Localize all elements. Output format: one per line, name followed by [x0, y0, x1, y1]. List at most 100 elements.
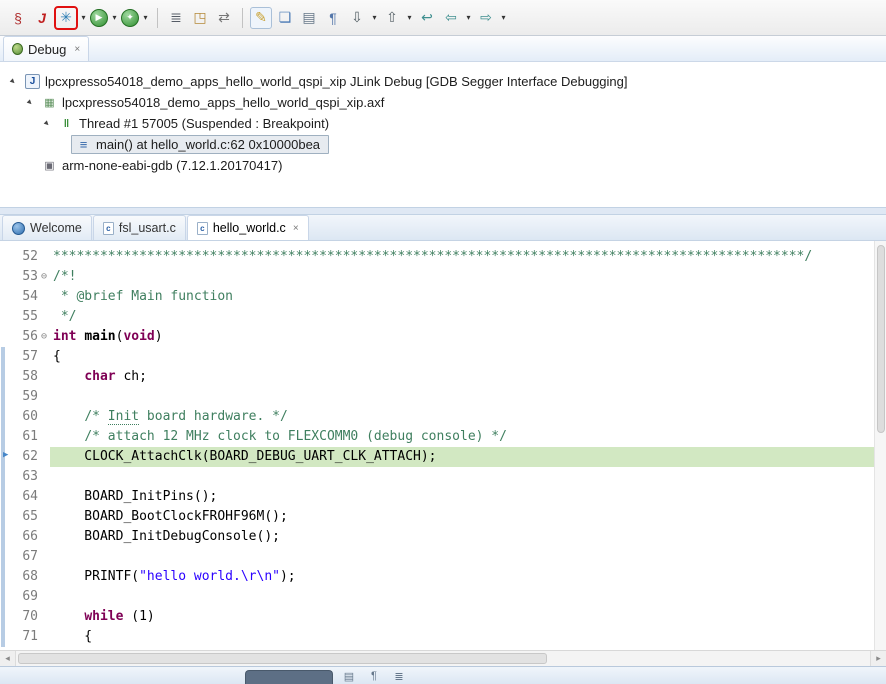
annotation-ruler[interactable] — [0, 287, 14, 307]
annotation-ruler[interactable] — [0, 607, 14, 627]
annotation-ruler[interactable] — [0, 387, 14, 407]
link-icon[interactable]: ⇄ — [213, 7, 235, 29]
line-number[interactable]: 66 — [14, 527, 50, 547]
line-number[interactable]: 68 — [14, 567, 50, 587]
scroll-lock-icon[interactable]: ≣ — [390, 668, 408, 684]
line-number[interactable]: 57 — [14, 347, 50, 367]
line-number[interactable]: 53⊖ — [14, 267, 50, 287]
annotation-ruler[interactable] — [0, 307, 14, 327]
annotation-ruler[interactable] — [0, 507, 14, 527]
close-icon[interactable]: × — [293, 223, 299, 234]
pin-console-icon[interactable]: ¶ — [365, 668, 383, 684]
code-line[interactable]: 71 { — [0, 627, 874, 647]
horizontal-scrollbar[interactable]: ◂ ▸ — [0, 650, 886, 666]
line-number[interactable]: 63 — [14, 467, 50, 487]
annotation-ruler[interactable]: ▶ — [0, 447, 14, 467]
line-number[interactable]: 62 — [14, 447, 50, 467]
line-number[interactable]: 64 — [14, 487, 50, 507]
annotation-ruler[interactable] — [0, 327, 14, 347]
code-line[interactable]: 59 — [0, 387, 874, 407]
annotation-ruler[interactable] — [0, 567, 14, 587]
forward-icon[interactable]: ⇨ — [475, 7, 497, 29]
code-line[interactable]: 64 BOARD_InitPins(); — [0, 487, 874, 507]
fold-marker-icon[interactable]: ⊖ — [38, 267, 50, 287]
annotation-ruler[interactable] — [0, 547, 14, 567]
run-icon[interactable]: ▶ — [90, 9, 108, 27]
back-dropdown[interactable]: ▾ — [463, 7, 474, 29]
horizontal-scrollbar-thumb[interactable] — [18, 653, 547, 664]
code-line[interactable]: 52**************************************… — [0, 247, 874, 267]
annotation-ruler[interactable] — [0, 627, 14, 647]
console-icon[interactable]: ▤ — [340, 668, 358, 684]
annotation-ruler[interactable] — [0, 527, 14, 547]
line-number[interactable]: 56⊖ — [14, 327, 50, 347]
annotation-ruler[interactable] — [0, 367, 14, 387]
console-tab-partial[interactable] — [245, 670, 333, 684]
annotation-ruler[interactable] — [0, 487, 14, 507]
line-number[interactable]: 67 — [14, 547, 50, 567]
previous-annotation-icon[interactable]: ⇧ — [381, 7, 403, 29]
code-line[interactable]: 60 /* Init board hardware. */ — [0, 407, 874, 427]
line-number[interactable]: 70 — [14, 607, 50, 627]
horizontal-scrollbar-track[interactable] — [16, 651, 870, 666]
library-icon[interactable]: ≣ — [165, 7, 187, 29]
annotation-ruler[interactable] — [0, 347, 14, 367]
editor-tab-hello_world-c[interactable]: chello_world.c× — [187, 215, 309, 240]
debug-hooks-icon[interactable]: § — [7, 7, 29, 29]
line-number[interactable]: 60 — [14, 407, 50, 427]
line-number[interactable]: 65 — [14, 507, 50, 527]
open-folder-icon[interactable]: ◳ — [189, 7, 211, 29]
debug-tree-row[interactable]: ▸▦lpcxpresso54018_demo_apps_hello_world_… — [0, 92, 886, 113]
tab-debug[interactable]: Debug × — [3, 36, 89, 61]
code-line[interactable]: 56⊖int main(void) — [0, 327, 874, 347]
code-line[interactable]: 63 — [0, 467, 874, 487]
code-line[interactable]: 69 — [0, 587, 874, 607]
editor-tab-welcome[interactable]: Welcome — [2, 215, 92, 240]
code-line[interactable]: 67 — [0, 547, 874, 567]
debug-tree-row[interactable]: ≡main() at hello_world.c:62 0x10000bea — [0, 134, 886, 155]
scroll-right-arrow-icon[interactable]: ▸ — [870, 651, 886, 666]
previous-annotation-dropdown[interactable]: ▾ — [404, 7, 415, 29]
line-number[interactable]: 58 — [14, 367, 50, 387]
line-number[interactable]: 55 — [14, 307, 50, 327]
line-number[interactable]: 69 — [14, 587, 50, 607]
scroll-left-arrow-icon[interactable]: ◂ — [0, 651, 16, 666]
line-number[interactable]: 52 — [14, 247, 50, 267]
code-line[interactable]: 61 /* attach 12 MHz clock to FLEXCOMM0 (… — [0, 427, 874, 447]
code-line[interactable]: ▶62 CLOCK_AttachClk(BOARD_DEBUG_UART_CLK… — [0, 447, 874, 467]
debug-menu-dropdown[interactable]: ▾ — [78, 7, 89, 29]
debug-tree-row[interactable]: ▣arm-none-eabi-gdb (7.12.1.20170417) — [0, 155, 886, 176]
mark-occurrences-icon[interactable]: ✎ — [250, 7, 272, 29]
code-line[interactable]: 65 BOARD_BootClockFROHF96M(); — [0, 507, 874, 527]
code-line[interactable]: 68 PRINTF("hello world.\r\n"); — [0, 567, 874, 587]
code-line[interactable]: 66 BOARD_InitDebugConsole(); — [0, 527, 874, 547]
editor-tab-fsl_usart-c[interactable]: cfsl_usart.c — [93, 215, 186, 240]
vertical-scrollbar-thumb[interactable] — [877, 245, 885, 433]
show-windows-icon[interactable]: ❏ — [274, 7, 296, 29]
line-number[interactable]: 59 — [14, 387, 50, 407]
code-line[interactable]: 57{ — [0, 347, 874, 367]
show-whitespace-icon[interactable]: ¶ — [322, 7, 344, 29]
run-menu-dropdown[interactable]: ▾ — [109, 7, 120, 29]
line-number[interactable]: 54 — [14, 287, 50, 307]
code-line[interactable]: 58 char ch; — [0, 367, 874, 387]
code-line[interactable]: 54 * @brief Main function — [0, 287, 874, 307]
code-line[interactable]: 53⊖/*! — [0, 267, 874, 287]
vertical-scrollbar[interactable] — [874, 241, 886, 650]
jlink-icon[interactable]: J — [31, 7, 53, 29]
forward-dropdown[interactable]: ▾ — [498, 7, 509, 29]
annotation-ruler[interactable] — [0, 267, 14, 287]
annotation-ruler[interactable] — [0, 467, 14, 487]
code-line[interactable]: 70 while (1) — [0, 607, 874, 627]
code-line[interactable]: 55 */ — [0, 307, 874, 327]
external-tools-dropdown[interactable]: ▾ — [140, 7, 151, 29]
line-number[interactable]: 71 — [14, 627, 50, 647]
panel-sash[interactable] — [0, 208, 886, 215]
external-tools-icon[interactable]: ✦ — [121, 9, 139, 27]
debug-tree-row[interactable]: ▸‖Thread #1 57005 (Suspended : Breakpoin… — [0, 113, 886, 134]
annotation-ruler[interactable] — [0, 247, 14, 267]
last-edit-location-icon[interactable]: ↩ — [416, 7, 438, 29]
debug-icon[interactable]: ✳ — [55, 7, 77, 29]
debug-tree-row[interactable]: ▸Jlpcxpresso54018_demo_apps_hello_world_… — [0, 71, 886, 92]
fold-marker-icon[interactable]: ⊖ — [38, 327, 50, 347]
